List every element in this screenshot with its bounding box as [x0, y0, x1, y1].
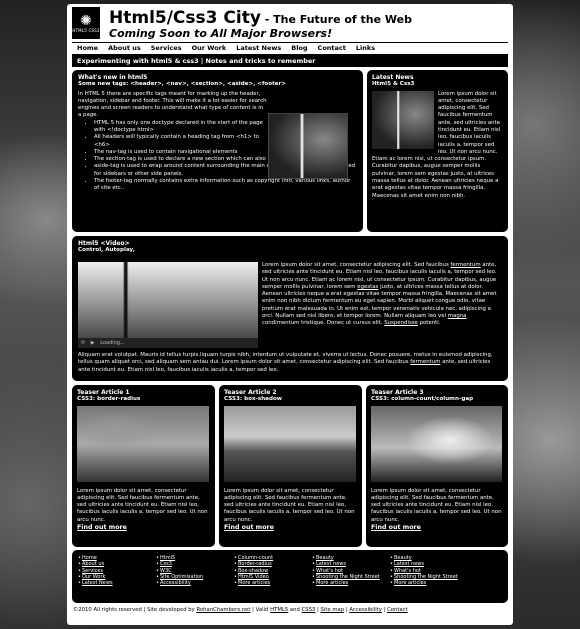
list-item: All headers will typically contain a hea… [94, 134, 272, 149]
list-item: HTML 5 has only one doctype declared in … [94, 120, 272, 135]
site-subtitle: Coming Soon to All Major Browsers! [109, 27, 333, 40]
teaser-text: Lorem ipsum dolor sit amet, consectetur … [371, 487, 502, 523]
video-subtitle: Control, Autoplay, [78, 247, 135, 253]
teaser-subtitle: CSS3: box-shadow [224, 396, 282, 402]
footer-column-5: •Beauty •Latest news •What's hot •Shooti… [390, 555, 458, 586]
nav-links[interactable]: Links [351, 43, 380, 54]
footer-column-1: •Home •About us •Services •Our Work •Lat… [78, 555, 113, 586]
nav-about-us[interactable]: About us [103, 43, 146, 54]
footer-column-4: •Beauty •Latest news •What's hot •Shooti… [312, 555, 380, 586]
whats-new-subtitle: Some new tags: <header>, <nav>, <section… [78, 81, 286, 87]
teaser-article-3: Teaser Article 3 CSS3: column-count/colu… [366, 385, 508, 547]
tag-bar: Experimenting with html5 & css3 | Notes … [72, 55, 508, 67]
list-item: The footer-tag normally contains extra i… [94, 178, 357, 193]
latest-news-subtitle: Html5 & Css3 [372, 81, 415, 87]
video-paragraph-2: Aliquam erat volutpat. Mauris id tellus … [78, 352, 493, 373]
play-icon[interactable]: ▶ [91, 340, 95, 346]
site-logo[interactable]: ✺ HTML5 CSS3 [72, 7, 100, 39]
footer-link[interactable]: •More articles [390, 580, 458, 586]
teaser-image-seawall [224, 405, 356, 482]
nav-services[interactable]: Services [146, 43, 187, 54]
css3-valid-link[interactable]: CSS3 [302, 607, 316, 613]
city-road-image [268, 113, 348, 179]
link-suspendisse[interactable]: Suspendisse [384, 320, 418, 326]
video-description: Lorem ipsum dolor sit amet, consectetur … [262, 262, 497, 327]
site-title: Html5/Css3 City - The Future of the Web [109, 8, 412, 28]
teaser-text: Lorem ipsum dolor sit amet, consectetur … [77, 487, 208, 523]
nav-our-work[interactable]: Our Work [187, 43, 232, 54]
video-control-bar: ⟳ ▶ Loading... [78, 338, 258, 348]
html5-valid-link[interactable]: HTML5 [270, 607, 288, 613]
teaser-title: Teaser Article 1 [77, 389, 130, 396]
nav-blog[interactable]: Blog [286, 43, 312, 54]
nav-contact[interactable]: Contact [313, 43, 351, 54]
footer-link[interactable]: •More articles [312, 580, 380, 586]
footer-column-3: •Column-count •Border-radius •Box-shadow… [234, 555, 273, 586]
main-nav: Home About us Services Our Work Latest N… [72, 42, 508, 55]
teaser-image-bridge [371, 405, 502, 482]
nav-home[interactable]: Home [72, 43, 103, 54]
buffer-icon[interactable]: ⟳ [81, 340, 85, 346]
link-fermentum-2[interactable]: fermentum [410, 359, 440, 365]
teaser-text: Lorem ipsum dolor sit amet, consectetur … [224, 487, 355, 523]
teaser-subtitle: CSS3: column-count/column-gap [371, 396, 474, 402]
find-out-more-link[interactable]: Find out more [371, 524, 421, 531]
page-container: ✺ HTML5 CSS3 Html5/Css3 City - The Futur… [67, 4, 513, 625]
news-thumbnail-image [372, 90, 434, 149]
latest-news-title: Latest News [372, 74, 414, 81]
link-egestas[interactable]: egestas [357, 284, 378, 290]
whats-new-panel: What's new in html5 Some new tags: <head… [72, 70, 363, 232]
site-map-link[interactable]: Site map [321, 607, 345, 613]
nav-latest-news[interactable]: Latest News [231, 43, 286, 54]
footer-column-2: •Html5 •Css3 •W3C •Site Optimisation •Ac… [156, 555, 203, 586]
teaser-article-1: Teaser Article 1 CSS3: border-radius Lor… [72, 385, 215, 547]
video-player[interactable]: ⟳ ▶ Loading... [78, 262, 258, 348]
footer-link[interactable]: •More articles [234, 580, 273, 586]
teaser-subtitle: CSS3: border-radius [77, 396, 141, 402]
video-title: Html5 <Video> [78, 240, 130, 247]
contact-link[interactable]: Contact [387, 607, 408, 613]
latest-news-panel: Latest News Html5 & Css3 Lorem ipsum dol… [367, 70, 508, 232]
find-out-more-link[interactable]: Find out more [77, 524, 127, 531]
copyright-line: ©2010 All rights reserved | Site develop… [73, 607, 408, 613]
video-loading-text: Loading... [100, 340, 125, 346]
teaser-article-2: Teaser Article 2 CSS3: box-shadow Lorem … [219, 385, 362, 547]
teaser-image-pier [77, 405, 209, 482]
find-out-more-link[interactable]: Find out more [224, 524, 274, 531]
developer-link[interactable]: RohanChambers.net [196, 607, 250, 613]
video-panel: Html5 <Video> Control, Autoplay, ⟳ ▶ Loa… [72, 236, 508, 381]
footer-nav: •Home •About us •Services •Our Work •Lat… [72, 550, 508, 603]
link-fermentum[interactable]: fermentum [450, 262, 480, 268]
site-header: ✺ HTML5 CSS3 Html5/Css3 City - The Futur… [72, 7, 508, 41]
accessibility-link[interactable]: Accessibility [349, 607, 382, 613]
footer-link[interactable]: •Accessibility [156, 580, 203, 586]
link-magna[interactable]: magna [448, 313, 467, 319]
teaser-title: Teaser Article 3 [371, 389, 424, 396]
whats-new-title: What's new in html5 [78, 74, 148, 81]
teaser-title: Teaser Article 2 [224, 389, 277, 396]
gear-icon: ✺ [80, 12, 92, 29]
whats-new-intro: In HTML 5 there are specific tags meant … [78, 90, 267, 119]
footer-link[interactable]: •Latest News [78, 580, 113, 586]
